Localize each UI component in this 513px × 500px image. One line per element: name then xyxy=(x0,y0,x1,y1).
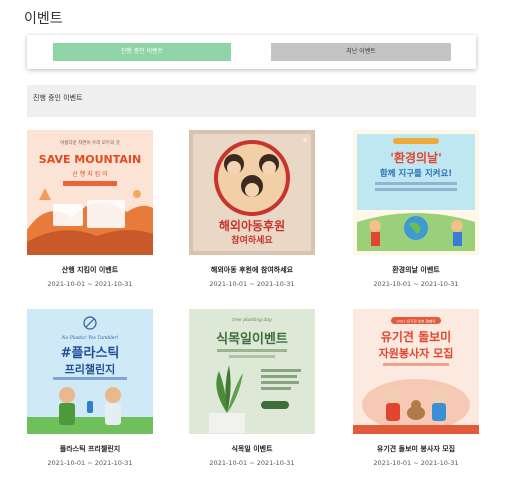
poster-heading: 식목일이벤트 xyxy=(216,331,288,347)
poster-subheading: 참여하세요 xyxy=(231,234,273,246)
tab-past-events[interactable]: 지난 이벤트 xyxy=(271,43,451,61)
page-title: 이벤트 xyxy=(24,11,63,27)
poster-subheading: 프리챌린지 xyxy=(65,362,116,376)
poster-subheading: 함께 지구를 지켜요! xyxy=(380,168,452,179)
event-card-plastic-free[interactable]: No Plastic! Yes Tumbler! #플라스틱 프리챌린지 플라스… xyxy=(27,309,153,467)
event-title: 플라스틱 프리챌린지 xyxy=(59,445,121,453)
poster-top-text: 2021 유기견 보호 캠페인 xyxy=(396,319,435,324)
event-poster-image[interactable]: No Plastic! Yes Tumbler! #플라스틱 프리챌린지 xyxy=(27,309,153,434)
event-date: 2021-10-01 ~ 2021-10-31 xyxy=(209,459,295,467)
event-title: 환경의날 이벤트 xyxy=(392,266,440,274)
event-title: 산행 지킴이 이벤트 xyxy=(61,266,119,274)
event-date: 2021-10-01 ~ 2021-10-31 xyxy=(47,459,133,467)
event-card-child-sponsorship[interactable]: 해외아동후원 참여하세요 + 해외아동 후원에 참여하세요 2021-10-01… xyxy=(189,130,315,288)
poster-top-text: tree planting day xyxy=(232,317,272,323)
svg-text:+: + xyxy=(302,136,308,144)
event-card-dog-volunteer[interactable]: 2021 유기견 보호 캠페인 유기견 돌보미 자원봉사자 모집 유기견 돌보미… xyxy=(353,309,479,467)
section-header: 진행 중인 이벤트 xyxy=(27,85,476,117)
poster-subheading: 산 행 지 킴 이 xyxy=(72,170,107,178)
tab-ongoing-events[interactable]: 진행 중인 이벤트 xyxy=(53,43,231,61)
event-title: 식목일 이벤트 xyxy=(231,445,273,453)
poster-heading: #플라스틱 xyxy=(61,345,120,361)
event-poster-image[interactable]: 2021 유기견 보호 캠페인 유기견 돌보미 자원봉사자 모집 xyxy=(353,309,479,434)
poster-heading: 해외아동후원 xyxy=(219,218,285,233)
event-date: 2021-10-01 ~ 2021-10-31 xyxy=(47,280,133,288)
event-poster-image[interactable]: 해외아동후원 참여하세요 + xyxy=(189,130,315,255)
event-date: 2021-10-01 ~ 2021-10-31 xyxy=(373,459,459,467)
poster-top-text: No Plastic! Yes Tumbler! xyxy=(61,335,119,341)
poster-heading: SAVE MOUNTAIN xyxy=(39,153,141,166)
event-card-environment-day[interactable]: '환경의날' 함께 지구를 지켜요! 환경의날 이벤트 2021-10-01 ~… xyxy=(353,130,479,288)
section-label: 진행 중인 이벤트 xyxy=(33,94,83,102)
poster-heading: '환경의날' xyxy=(390,150,442,165)
event-poster-image[interactable]: 아름다운 자연이 우리 모두의 것 SAVE MOUNTAIN 산 행 지 킴 … xyxy=(27,130,153,255)
event-date: 2021-10-01 ~ 2021-10-31 xyxy=(209,280,295,288)
event-poster-image[interactable]: tree planting day 식목일이벤트 xyxy=(189,309,315,434)
event-tab-bar: 진행 중인 이벤트 지난 이벤트 xyxy=(27,35,476,69)
poster-subheading: 자원봉사자 모집 xyxy=(379,346,454,360)
poster-top-text: 아름다운 자연이 우리 모두의 것 xyxy=(60,139,120,146)
event-title: 유기견 돌보미 봉사자 모집 xyxy=(376,445,456,453)
event-card-save-mountain[interactable]: 아름다운 자연이 우리 모두의 것 SAVE MOUNTAIN 산 행 지 킴 … xyxy=(27,130,153,288)
event-poster-image[interactable]: '환경의날' 함께 지구를 지켜요! xyxy=(353,130,479,255)
poster-heading: 유기견 돌보미 xyxy=(381,329,451,344)
event-date: 2021-10-01 ~ 2021-10-31 xyxy=(373,280,459,288)
event-title: 해외아동 후원에 참여하세요 xyxy=(210,266,294,274)
event-card-arbor-day[interactable]: tree planting day 식목일이벤트 식목일 이벤트 2021-10… xyxy=(189,309,315,467)
